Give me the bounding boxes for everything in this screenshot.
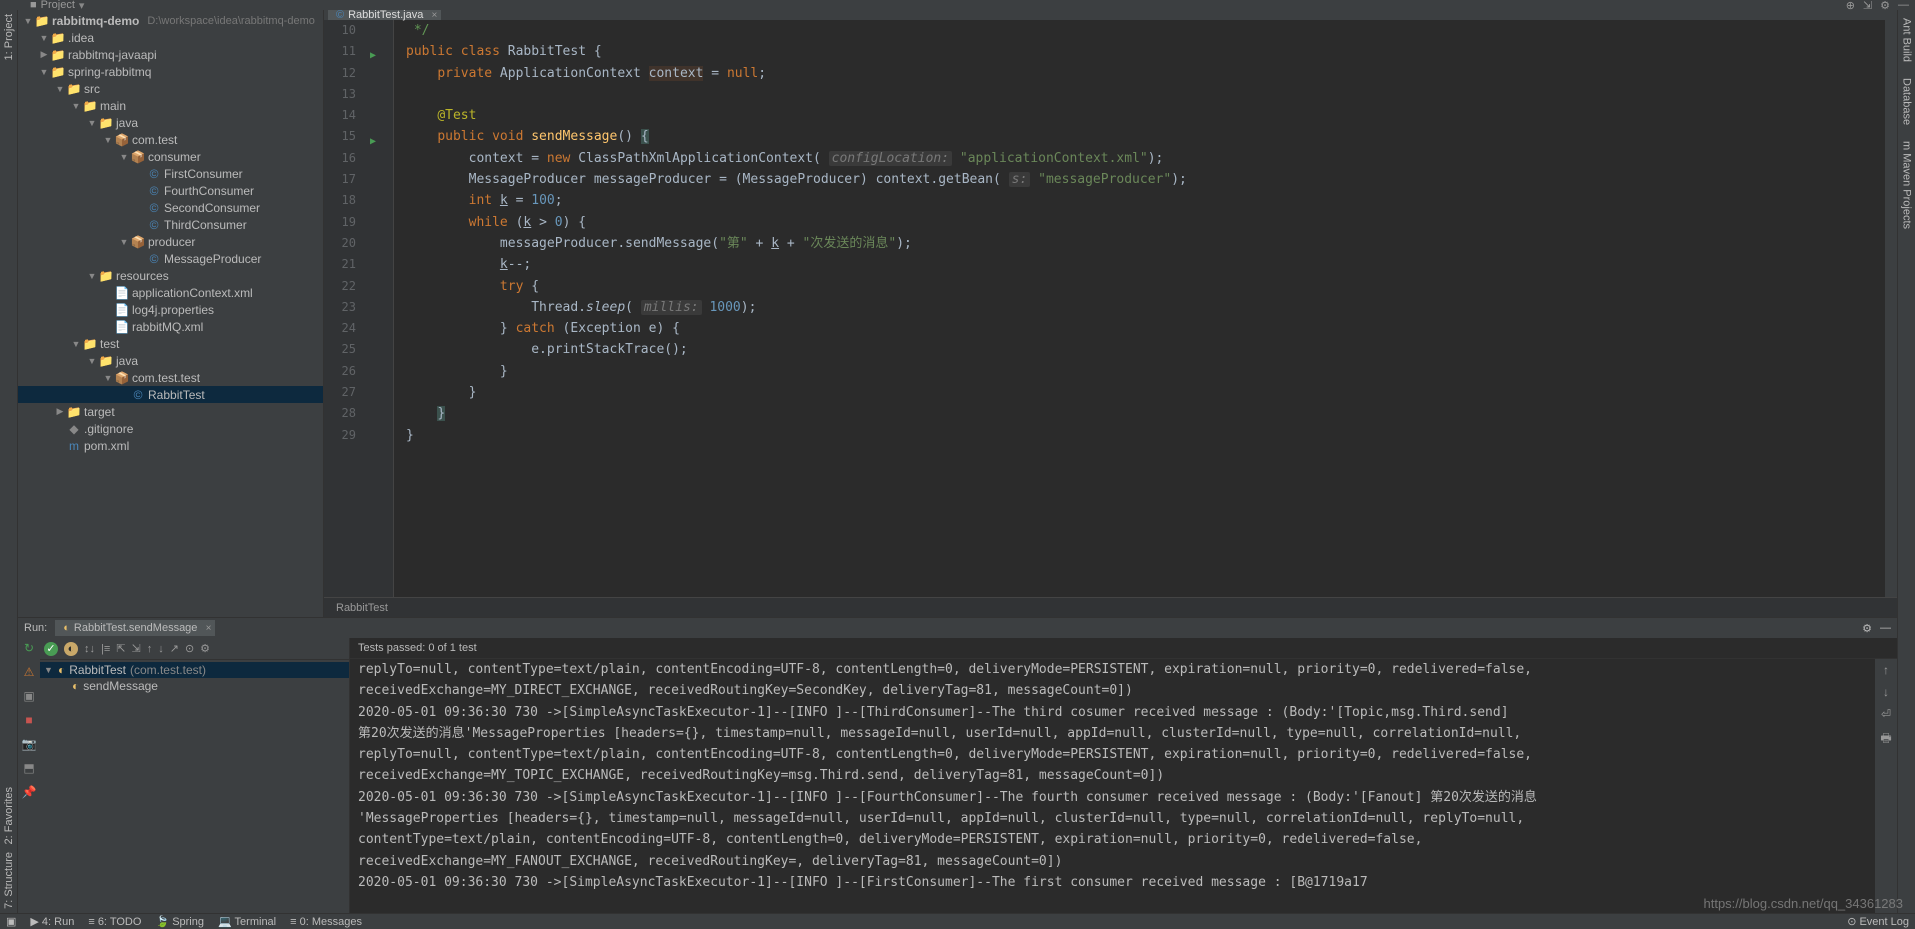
tree-item[interactable]: ▼📁resources (18, 267, 323, 284)
dump-threads-icon[interactable]: 📷 (21, 736, 37, 752)
tree-item[interactable]: ▼📁test (18, 335, 323, 352)
run-gutter-icon[interactable]: ▶ (370, 45, 376, 66)
collapse-all-icon[interactable]: ⇲ (132, 642, 141, 655)
close-run-tab-icon[interactable]: × (206, 623, 212, 634)
status-todo[interactable]: ≡ 6: TODO (88, 916, 141, 928)
run-panel: Run: ◐ RabbitTest.sendMessage × ⚙ — ↻ ⚠ … (18, 617, 1897, 913)
watermark: https://blog.csdn.net/qq_34361283 (1704, 896, 1904, 911)
tree-item[interactable]: ▼📁main (18, 97, 323, 114)
test-class-label: RabbitTest (69, 663, 126, 677)
tree-item[interactable]: ▼📦producer (18, 233, 323, 250)
run-minimize-icon[interactable]: — (1880, 622, 1891, 634)
tree-item[interactable]: mpom.xml (18, 437, 323, 454)
sort-icon[interactable]: ↕↓ (84, 643, 95, 655)
show-ignored-icon[interactable]: ◐ (64, 642, 78, 656)
sidebar-tab-project[interactable]: 1: Project (3, 10, 15, 64)
tree-item[interactable]: ▼📁src (18, 80, 323, 97)
test-tree: ✓ ◐ ↕↓ |≡ ⇱ ⇲ ↑ ↓ ↗ ⊙ ⚙ ▼ ◐ RabbitT (40, 638, 350, 913)
next-test-icon[interactable]: ↓ (158, 643, 164, 655)
tree-item[interactable]: ▼📁java (18, 114, 323, 131)
run-tab[interactable]: ◐ RabbitTest.sendMessage × (55, 620, 215, 636)
tree-item[interactable]: ©FirstConsumer (18, 165, 323, 182)
test-class-package: (com.test.test) (130, 663, 206, 677)
tree-item[interactable]: ▶📁target (18, 403, 323, 420)
status-terminal[interactable]: 💻 Terminal (218, 915, 276, 928)
tree-item[interactable]: ▼📦com.test (18, 131, 323, 148)
soft-wrap-icon[interactable]: ⏎ (1881, 707, 1891, 721)
test-running-icon: ◐ (58, 663, 65, 677)
run-settings-icon[interactable]: ⚙ (1862, 622, 1872, 635)
editor-scrollbar[interactable] (1885, 20, 1897, 597)
tree-item[interactable]: ▼📁.idea (18, 29, 323, 46)
history-gear-icon[interactable]: ⚙ (200, 642, 210, 655)
tree-item[interactable]: 📄rabbitMQ.xml (18, 318, 323, 335)
test-tree-item[interactable]: ◐ sendMessage (40, 678, 349, 694)
tree-item[interactable]: ▼📦com.test.test (18, 369, 323, 386)
sort-alpha-icon[interactable]: |≡ (101, 643, 110, 655)
tree-item[interactable]: ▼📦consumer (18, 148, 323, 165)
rerun-icon[interactable]: ↻ (21, 640, 37, 656)
export-icon[interactable]: ↗ (170, 642, 179, 655)
sidebar-tab-database[interactable]: Database (1901, 74, 1913, 129)
show-passed-icon[interactable]: ✓ (44, 642, 58, 656)
import-icon[interactable]: ⊙ (185, 642, 194, 655)
restore-layout-icon[interactable]: ⬒ (21, 760, 37, 776)
test-running-icon: ◐ (72, 679, 79, 693)
status-indicator-icon[interactable]: ▣ (6, 915, 16, 928)
editor-breadcrumb[interactable]: RabbitTest (324, 597, 1897, 617)
editor-tab[interactable]: © RabbitTest.java × (328, 10, 441, 20)
expand-all-icon[interactable]: ⇱ (116, 642, 125, 655)
editor-area: © RabbitTest.java × 1011▶12131415▶161718… (324, 10, 1897, 617)
run-tab-label: RabbitTest.sendMessage (74, 622, 198, 634)
tree-item[interactable]: ©RabbitTest (18, 386, 323, 403)
close-tab-icon[interactable]: × (431, 10, 437, 21)
pin-icon[interactable]: 📌 (21, 784, 37, 800)
status-run[interactable]: ▶ 4: Run (30, 915, 74, 928)
status-bar: ▣ ▶ 4: Run ≡ 6: TODO 🍃 Spring 💻 Terminal… (0, 913, 1915, 929)
status-messages[interactable]: ≡ 0: Messages (290, 916, 362, 928)
rerun-failed-icon[interactable]: ⚠ (21, 664, 37, 680)
status-event-log[interactable]: ⊙ Event Log (1847, 915, 1909, 928)
scroll-to-end-icon[interactable]: ↓ (1883, 685, 1889, 699)
project-root[interactable]: ▼📁rabbitmq-demoD:\workspace\idea\rabbitm… (18, 12, 323, 29)
project-tree[interactable]: ▼📁rabbitmq-demoD:\workspace\idea\rabbitm… (18, 10, 323, 617)
status-spring[interactable]: 🍃 Spring (155, 915, 204, 928)
sidebar-tab-maven[interactable]: m Maven Projects (1901, 137, 1913, 233)
print-icon[interactable]: 🖶 (1880, 729, 1891, 750)
tree-item[interactable]: ©FourthConsumer (18, 182, 323, 199)
tree-item[interactable]: ▼📁spring-rabbitmq (18, 63, 323, 80)
breadcrumb-item[interactable]: RabbitTest (336, 602, 388, 614)
sidebar-tab-favorites[interactable]: 2: Favorites (3, 783, 15, 848)
tree-item[interactable]: 📄log4j.properties (18, 301, 323, 318)
scroll-to-top-icon[interactable]: ↑ (1883, 663, 1889, 677)
test-tree-root[interactable]: ▼ ◐ RabbitTest (com.test.test) (40, 662, 349, 678)
tree-item[interactable]: ◆.gitignore (18, 420, 323, 437)
test-method-label: sendMessage (83, 679, 158, 693)
sidebar-tab-ant[interactable]: Ant Build (1901, 14, 1913, 66)
tree-item[interactable]: 📄applicationContext.xml (18, 284, 323, 301)
tree-item[interactable]: ©SecondConsumer (18, 199, 323, 216)
fold-gutter[interactable] (382, 20, 394, 597)
run-gutter-icon[interactable]: ▶ (370, 131, 376, 152)
prev-test-icon[interactable]: ↑ (147, 643, 153, 655)
sidebar-tab-structure[interactable]: 7: Structure (3, 848, 15, 913)
test-running-icon: ◐ (63, 622, 70, 634)
tree-item[interactable]: ▶📁rabbitmq-javaapi (18, 46, 323, 63)
tree-item[interactable]: ▼📁java (18, 352, 323, 369)
project-panel: ▼📁rabbitmq-demoD:\workspace\idea\rabbitm… (18, 10, 324, 617)
toggle-auto-test-icon[interactable]: ▣ (21, 688, 37, 704)
line-number-gutter[interactable]: 1011▶12131415▶16171819202122232425262728… (324, 20, 382, 597)
console-output[interactable]: replyTo=null, contentType=text/plain, co… (350, 659, 1875, 913)
tree-item[interactable]: ©ThirdConsumer (18, 216, 323, 233)
stop-icon[interactable]: ■ (21, 712, 37, 728)
tree-arrow-icon: ▼ (44, 665, 54, 675)
code-editor[interactable]: */public class RabbitTest { private Appl… (394, 20, 1897, 597)
test-status-bar: Tests passed: 0 of 1 test (350, 638, 1897, 659)
run-label: Run: (24, 622, 47, 634)
tree-item[interactable]: ©MessageProducer (18, 250, 323, 267)
